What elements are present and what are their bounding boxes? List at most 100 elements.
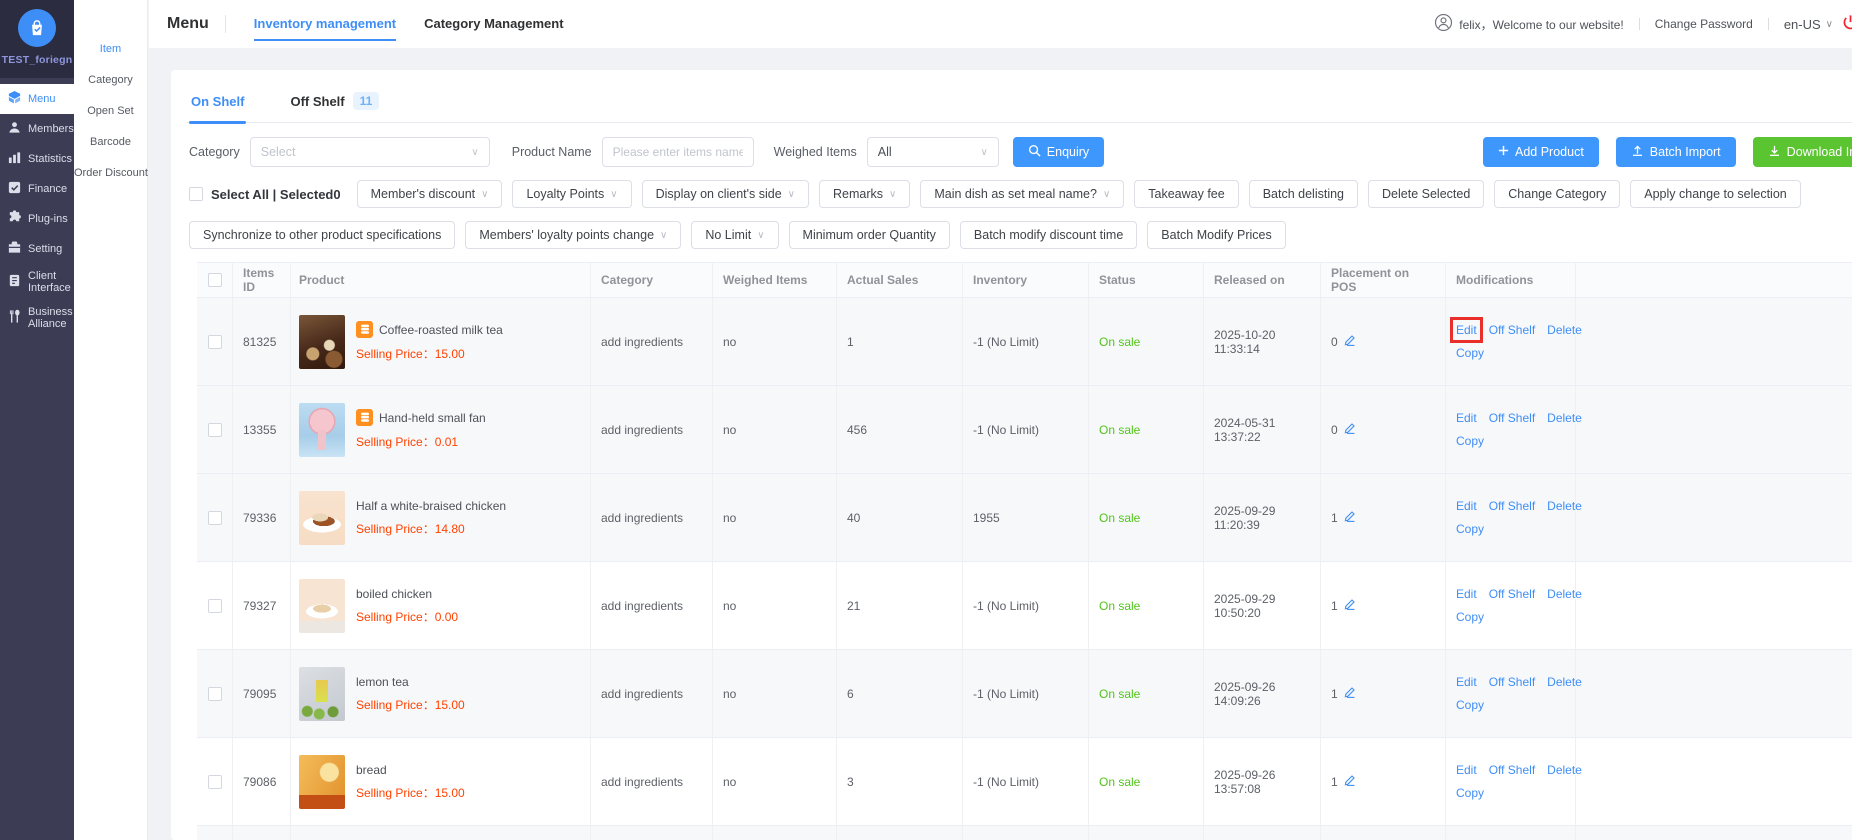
subsidebar-item-barcode[interactable]: Barcode xyxy=(74,127,147,158)
sidebar-item-setting[interactable]: Setting xyxy=(0,234,74,264)
display-on-client-side-button[interactable]: Display on client's side xyxy=(642,180,809,208)
sidebar-item-plugins[interactable]: Plug-ins xyxy=(0,204,74,234)
off-shelf-link[interactable]: Off Shelf xyxy=(1489,411,1535,425)
product-name: lemon tea xyxy=(356,675,409,689)
edit-pencil-icon[interactable] xyxy=(1344,686,1356,701)
inventory-value: 1955 xyxy=(973,511,1000,525)
copy-link[interactable]: Copy xyxy=(1456,610,1484,624)
tab-label: On Shelf xyxy=(191,94,244,109)
tab-label: Off Shelf xyxy=(290,94,344,109)
table-row: 13355 Hand-held small fan Selling Price：… xyxy=(197,386,1852,474)
edit-pencil-icon[interactable] xyxy=(1344,334,1356,349)
tab-off-shelf[interactable]: Off Shelf 11 xyxy=(288,88,381,122)
change-password-link[interactable]: Change Password xyxy=(1655,17,1753,31)
off-shelf-link[interactable]: Off Shelf xyxy=(1489,587,1535,601)
tab-category-management[interactable]: Category Management xyxy=(424,0,563,48)
copy-link[interactable]: Copy xyxy=(1456,698,1484,712)
batch-modify-prices-button[interactable]: Batch Modify Prices xyxy=(1147,221,1285,249)
delete-selected-button[interactable]: Delete Selected xyxy=(1368,180,1484,208)
off-shelf-link[interactable]: Off Shelf xyxy=(1489,763,1535,777)
col-category: Category xyxy=(591,263,713,297)
copy-link[interactable]: Copy xyxy=(1456,434,1484,448)
row-checkbox[interactable] xyxy=(208,335,222,349)
sidebar-item-label: Finance xyxy=(28,183,67,195)
select-all-checkbox[interactable] xyxy=(189,187,203,201)
tab-inventory-management[interactable]: Inventory management xyxy=(254,0,396,48)
sidebar-item-finance[interactable]: Finance xyxy=(0,174,74,204)
row-checkbox[interactable] xyxy=(208,599,222,613)
title-divider xyxy=(225,15,226,33)
row-checkbox[interactable] xyxy=(208,687,222,701)
change-category-button[interactable]: Change Category xyxy=(1494,180,1620,208)
copy-link[interactable]: Copy xyxy=(1456,522,1484,536)
batch-import-button[interactable]: Batch Import xyxy=(1616,137,1736,167)
sidebar-item-menu[interactable]: Menu xyxy=(0,84,74,114)
edit-link[interactable]: Edit xyxy=(1456,411,1477,425)
subsidebar-item-open-set[interactable]: Open Set xyxy=(74,96,147,127)
product-name-input[interactable] xyxy=(602,137,754,167)
members-discount-button[interactable]: Member's discount xyxy=(357,180,503,208)
col-inventory: Inventory xyxy=(963,263,1089,297)
sidebar-item-client-interface[interactable]: Client Interface xyxy=(0,264,74,300)
edit-pencil-icon[interactable] xyxy=(1344,510,1356,525)
ingredients-badge-icon xyxy=(356,321,373,338)
sidebar-item-members[interactable]: Members xyxy=(0,114,74,144)
logout-power-icon[interactable] xyxy=(1841,13,1852,35)
no-limit-button[interactable]: No Limit xyxy=(691,221,778,249)
subsidebar-item-item[interactable]: Item xyxy=(74,34,147,65)
off-shelf-link[interactable]: Off Shelf xyxy=(1489,499,1535,513)
product-name: boiled chicken xyxy=(356,587,432,601)
finance-icon xyxy=(7,180,22,198)
subsidebar-item-category[interactable]: Category xyxy=(74,65,147,96)
edit-pencil-icon[interactable] xyxy=(1344,598,1356,613)
minimum-order-quantity-button[interactable]: Minimum order Quantity xyxy=(789,221,950,249)
copy-link[interactable]: Copy xyxy=(1456,346,1484,360)
main-dish-set-meal-button[interactable]: Main dish as set meal name? xyxy=(920,180,1124,208)
row-checkbox[interactable] xyxy=(208,423,222,437)
tab-on-shelf[interactable]: On Shelf xyxy=(189,88,246,122)
weighed-items-select[interactable]: All xyxy=(867,137,999,167)
enquiry-button[interactable]: Enquiry xyxy=(1013,137,1104,167)
apply-change-to-selection-button[interactable]: Apply change to selection xyxy=(1630,180,1800,208)
topbar-user-area: felix，Welcome to our website! Change Pas… xyxy=(1434,13,1848,35)
add-product-button[interactable]: Add Product xyxy=(1483,137,1599,167)
client-interface-icon xyxy=(7,273,22,291)
table-row: 79327 boiled chicken Selling Price：0.00 … xyxy=(197,562,1852,650)
edit-pencil-icon[interactable] xyxy=(1344,422,1356,437)
takeaway-fee-button[interactable]: Takeaway fee xyxy=(1134,180,1238,208)
category-value: add ingredients xyxy=(601,599,683,613)
top-bar: Menu Inventory management Category Manag… xyxy=(149,0,1852,48)
row-checkbox[interactable] xyxy=(208,511,222,525)
sidebar-item-business-alliance[interactable]: Business Alliance xyxy=(0,300,74,336)
selling-price: Selling Price：14.80 xyxy=(356,520,506,537)
edit-pencil-icon[interactable] xyxy=(1344,774,1356,789)
row-checkbox[interactable] xyxy=(208,775,222,789)
header-checkbox[interactable] xyxy=(208,273,222,287)
sidebar-item-statistics[interactable]: Statistics xyxy=(0,144,74,174)
synchronize-specifications-button[interactable]: Synchronize to other product specificati… xyxy=(189,221,455,249)
sidebar-item-label: Members xyxy=(28,123,74,135)
sidebar-item-label: Menu xyxy=(28,93,56,105)
category-select[interactable]: Select xyxy=(250,137,490,167)
off-shelf-link[interactable]: Off Shelf xyxy=(1489,675,1535,689)
selling-price: Selling Price：0.00 xyxy=(356,608,458,625)
released-on-value: 2025-09-29 11:20:39 xyxy=(1214,504,1310,532)
edit-link[interactable]: Edit xyxy=(1456,675,1477,689)
pos-placement-value: 1 xyxy=(1331,687,1338,701)
download-import-template-button[interactable]: Download Import Template xyxy=(1753,137,1852,167)
copy-link[interactable]: Copy xyxy=(1456,786,1484,800)
batch-delisting-button[interactable]: Batch delisting xyxy=(1249,180,1358,208)
batch-modify-discount-time-button[interactable]: Batch modify discount time xyxy=(960,221,1137,249)
edit-link[interactable]: Edit xyxy=(1456,499,1477,513)
edit-link[interactable]: Edit xyxy=(1456,587,1477,601)
category-value: add ingredients xyxy=(601,687,683,701)
members-loyalty-points-change-button[interactable]: Members' loyalty points change xyxy=(465,221,681,249)
subsidebar-item-order-discount[interactable]: Order Discount xyxy=(74,158,147,189)
edit-link[interactable]: Edit xyxy=(1456,763,1477,777)
edit-link[interactable]: Edit xyxy=(1456,323,1477,337)
remarks-button[interactable]: Remarks xyxy=(819,180,910,208)
selling-price: Selling Price：0.01 xyxy=(356,433,486,450)
loyalty-points-button[interactable]: Loyalty Points xyxy=(512,180,631,208)
language-selector[interactable]: en-US xyxy=(1784,17,1833,32)
off-shelf-link[interactable]: Off Shelf xyxy=(1489,323,1535,337)
